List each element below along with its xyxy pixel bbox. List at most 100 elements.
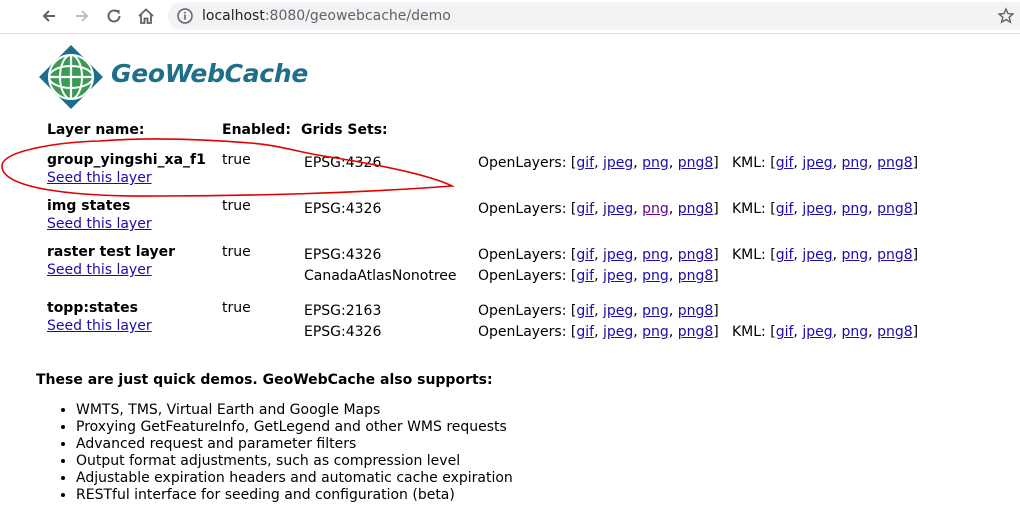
kml-gif-link[interactable]: gif bbox=[776, 155, 794, 171]
layer-enabled: true bbox=[222, 244, 251, 260]
kml-png8-link[interactable]: png8 bbox=[877, 155, 913, 171]
openlayers-png-link[interactable]: png bbox=[642, 303, 669, 319]
kml-png8-link[interactable]: png8 bbox=[877, 201, 913, 217]
geowebcache-logo-icon bbox=[39, 45, 103, 109]
kml-links: KML: [gif, jpeg, png, png8] bbox=[732, 247, 919, 263]
grid-set-name: EPSG:4326 bbox=[304, 247, 382, 263]
forward-button[interactable] bbox=[70, 4, 94, 28]
grid-set-name: EPSG:4326 bbox=[304, 155, 382, 171]
openlayers-label: OpenLayers: bbox=[478, 268, 567, 284]
layer-name: raster test layer bbox=[47, 244, 176, 260]
back-button[interactable] bbox=[37, 4, 61, 28]
reload-icon bbox=[107, 9, 121, 23]
openlayers-links: OpenLayers: [gif, jpeg, png, png8] bbox=[478, 201, 719, 217]
layer-name: topp:states bbox=[47, 300, 138, 316]
openlayers-label: OpenLayers: bbox=[478, 155, 567, 171]
seed-layer-link[interactable]: Seed this layer bbox=[47, 170, 152, 187]
kml-png-link[interactable]: png bbox=[842, 247, 869, 263]
openlayers-png-link[interactable]: png bbox=[642, 201, 669, 217]
layer-name: img states bbox=[47, 198, 131, 214]
openlayers-png8-link[interactable]: png8 bbox=[678, 201, 714, 217]
url-host: localhost bbox=[202, 8, 265, 24]
kml-png-link[interactable]: png bbox=[842, 155, 869, 171]
kml-label: KML: bbox=[732, 247, 766, 263]
openlayers-gif-link[interactable]: gif bbox=[576, 324, 594, 340]
openlayers-png8-link[interactable]: png8 bbox=[678, 303, 714, 319]
kml-png8-link[interactable]: png8 bbox=[877, 324, 913, 340]
openlayers-links: OpenLayers: [gif, jpeg, png, png8] bbox=[478, 155, 719, 171]
openlayers-jpeg-link[interactable]: jpeg bbox=[603, 303, 633, 319]
logo-text: GeoWebCache bbox=[111, 59, 308, 88]
kml-gif-link[interactable]: gif bbox=[776, 201, 794, 217]
reload-button[interactable] bbox=[102, 4, 126, 28]
kml-jpeg-link[interactable]: jpeg bbox=[802, 155, 832, 171]
kml-png8-link[interactable]: png8 bbox=[877, 247, 913, 263]
seed-layer-link[interactable]: Seed this layer bbox=[47, 318, 152, 335]
openlayers-links: OpenLayers: [gif, jpeg, png, png8] bbox=[478, 247, 719, 263]
openlayers-label: OpenLayers: bbox=[478, 303, 567, 319]
kml-gif-link[interactable]: gif bbox=[776, 324, 794, 340]
layer-enabled: true bbox=[222, 152, 251, 168]
openlayers-jpeg-link[interactable]: jpeg bbox=[603, 324, 633, 340]
grid-set-name: EPSG:4326 bbox=[304, 324, 382, 340]
kml-jpeg-link[interactable]: jpeg bbox=[802, 324, 832, 340]
openlayers-links: OpenLayers: [gif, jpeg, png, png8] bbox=[478, 303, 719, 319]
openlayers-png8-link[interactable]: png8 bbox=[678, 324, 714, 340]
openlayers-png-link[interactable]: png bbox=[642, 324, 669, 340]
list-item: Adjustable expiration headers and automa… bbox=[76, 470, 513, 487]
layer-enabled: true bbox=[222, 198, 251, 214]
list-item: Proxying GetFeatureInfo, GetLegend and o… bbox=[76, 419, 513, 436]
address-bar[interactable]: localhost:8080/geowebcache/demo bbox=[168, 2, 1020, 30]
openlayers-png-link[interactable]: png bbox=[642, 155, 669, 171]
openlayers-jpeg-link[interactable]: jpeg bbox=[603, 268, 633, 284]
kml-png-link[interactable]: png bbox=[842, 201, 869, 217]
layer-name: group_yingshi_xa_f1 bbox=[47, 152, 206, 168]
header-grid-sets: Grids Sets: bbox=[301, 122, 388, 138]
openlayers-png-link[interactable]: png bbox=[642, 247, 669, 263]
kml-links: KML: [gif, jpeg, png, png8] bbox=[732, 324, 919, 340]
grid-set-name: EPSG:2163 bbox=[304, 303, 382, 319]
openlayers-png8-link[interactable]: png8 bbox=[678, 247, 714, 263]
info-icon[interactable] bbox=[176, 7, 194, 25]
openlayers-label: OpenLayers: bbox=[478, 324, 567, 340]
openlayers-label: OpenLayers: bbox=[478, 247, 567, 263]
openlayers-gif-link[interactable]: gif bbox=[576, 303, 594, 319]
forward-arrow-icon bbox=[76, 10, 89, 22]
seed-layer-link[interactable]: Seed this layer bbox=[47, 262, 152, 279]
openlayers-label: OpenLayers: bbox=[478, 201, 567, 217]
header-enabled: Enabled: bbox=[222, 122, 291, 138]
kml-label: KML: bbox=[732, 155, 766, 171]
kml-jpeg-link[interactable]: jpeg bbox=[802, 201, 832, 217]
home-button[interactable] bbox=[134, 4, 158, 28]
openlayers-jpeg-link[interactable]: jpeg bbox=[603, 155, 633, 171]
bookmark-star-icon[interactable] bbox=[998, 7, 1014, 25]
kml-gif-link[interactable]: gif bbox=[776, 247, 794, 263]
features-list: WMTS, TMS, Virtual Earth and Google Maps… bbox=[38, 402, 513, 504]
list-item: Advanced request and parameter filters bbox=[76, 436, 513, 453]
list-item: WMTS, TMS, Virtual Earth and Google Maps bbox=[76, 402, 513, 419]
grid-set-name: CanadaAtlasNonotree bbox=[304, 268, 457, 284]
home-icon bbox=[138, 8, 154, 24]
kml-jpeg-link[interactable]: jpeg bbox=[802, 247, 832, 263]
grid-set-name: EPSG:4326 bbox=[304, 201, 382, 217]
openlayers-jpeg-link[interactable]: jpeg bbox=[603, 201, 633, 217]
header-layer-name: Layer name: bbox=[47, 122, 145, 138]
kml-png-link[interactable]: png bbox=[842, 324, 869, 340]
kml-label: KML: bbox=[732, 201, 766, 217]
url-path: :8080/geowebcache/demo bbox=[264, 8, 451, 24]
seed-layer-link[interactable]: Seed this layer bbox=[47, 216, 152, 233]
kml-links: KML: [gif, jpeg, png, png8] bbox=[732, 155, 919, 171]
openlayers-png-link[interactable]: png bbox=[642, 268, 669, 284]
openlayers-jpeg-link[interactable]: jpeg bbox=[603, 247, 633, 263]
openlayers-gif-link[interactable]: gif bbox=[576, 155, 594, 171]
openlayers-links: OpenLayers: [gif, jpeg, png, png8] bbox=[478, 324, 719, 340]
list-item: RESTful interface for seeding and config… bbox=[76, 487, 513, 504]
openlayers-links: OpenLayers: [gif, jpeg, png, png8] bbox=[478, 268, 719, 284]
openlayers-png8-link[interactable]: png8 bbox=[678, 155, 714, 171]
supports-heading: These are just quick demos. GeoWebCache … bbox=[36, 372, 493, 388]
openlayers-gif-link[interactable]: gif bbox=[576, 247, 594, 263]
kml-label: KML: bbox=[732, 324, 766, 340]
openlayers-gif-link[interactable]: gif bbox=[576, 201, 594, 217]
openlayers-png8-link[interactable]: png8 bbox=[678, 268, 714, 284]
openlayers-gif-link[interactable]: gif bbox=[576, 268, 594, 284]
